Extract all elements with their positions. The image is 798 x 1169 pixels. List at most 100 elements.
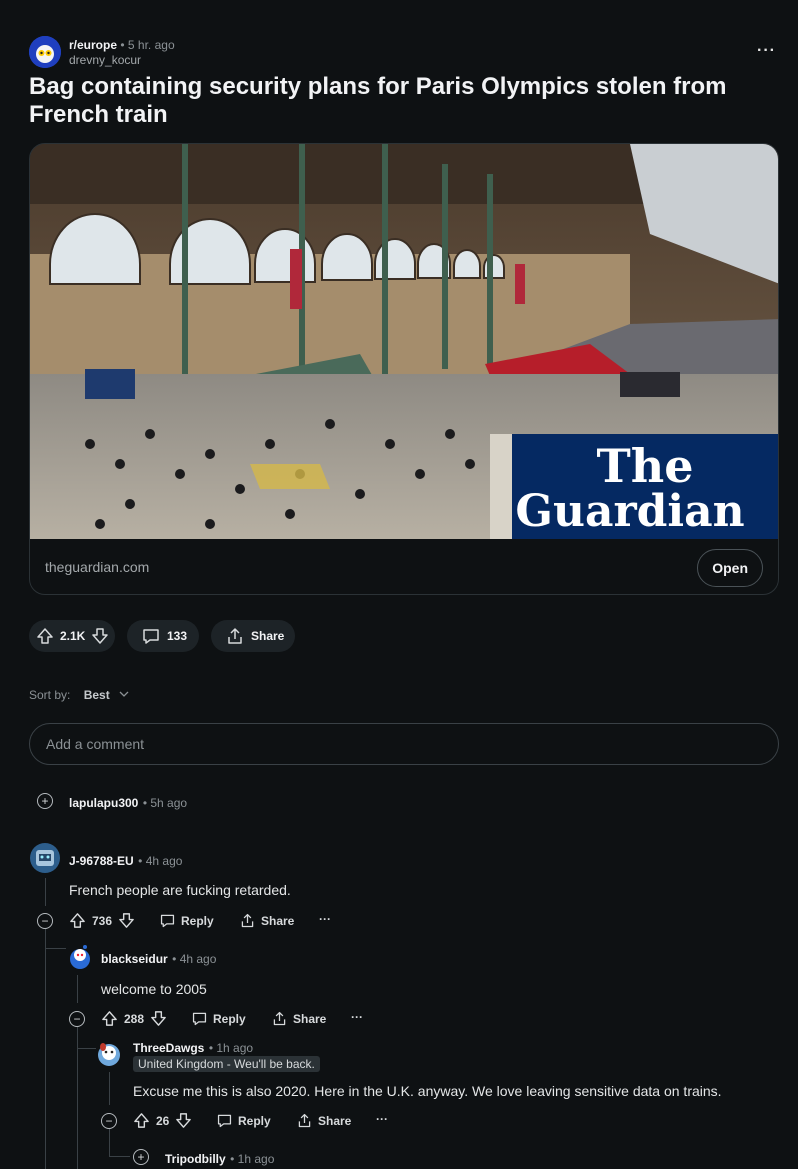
comment-text: French people are fucking retarded. xyxy=(69,882,291,898)
post-author[interactable]: drevny_kocur xyxy=(69,53,175,68)
sort-control[interactable]: Sort by: Best xyxy=(29,688,129,702)
share-icon xyxy=(228,628,242,644)
thread-line[interactable] xyxy=(77,975,78,1003)
comment-time: 1h ago xyxy=(216,1041,254,1055)
share-button[interactable]: Share xyxy=(239,912,294,929)
downvote-icon[interactable] xyxy=(150,1010,167,1027)
snoo-avatar-icon xyxy=(70,945,90,969)
sort-value: Best xyxy=(83,688,110,702)
thread-line[interactable] xyxy=(45,929,46,1169)
comment-vote-count: 26 xyxy=(156,1113,170,1128)
comment-text: welcome to 2005 xyxy=(101,981,207,997)
share-icon xyxy=(241,913,254,928)
post-vote-bar: 2.1K xyxy=(29,620,115,652)
post-vote-count: 2.1K xyxy=(60,629,86,643)
comment-username[interactable]: ThreeDawgs xyxy=(133,1041,204,1055)
comment-vote-bar: 288 xyxy=(101,1010,167,1027)
comments-button[interactable]: 133 xyxy=(127,620,199,652)
post-share-button[interactable]: Share xyxy=(211,620,295,652)
comment-more-button[interactable]: ··· xyxy=(351,1010,363,1024)
link-domain: theguardian.com xyxy=(45,559,150,575)
share-button[interactable]: Share xyxy=(271,1010,326,1027)
comment-header: ThreeDawgs • 1h ago xyxy=(133,1041,254,1055)
collapse-comment-icon[interactable]: − xyxy=(101,1113,117,1129)
collapse-comment-icon[interactable]: − xyxy=(37,913,53,929)
dog-avatar-icon xyxy=(98,1043,120,1066)
comment-vote-bar: 736 xyxy=(69,912,135,929)
upvote-icon[interactable] xyxy=(69,912,86,929)
expand-comment-icon[interactable]: + xyxy=(37,793,53,809)
subreddit-link[interactable]: r/europe xyxy=(69,38,117,52)
subreddit-avatar[interactable] xyxy=(29,36,61,68)
reply-label: Reply xyxy=(181,913,214,928)
comment-vote-count: 736 xyxy=(92,913,113,928)
subreddit-icon xyxy=(29,36,61,68)
post-title[interactable]: Bag containing security plans for Paris … xyxy=(29,73,774,129)
comment-username[interactable]: blackseidur xyxy=(101,952,168,966)
avatar[interactable] xyxy=(95,1039,123,1069)
sort-label: Sort by: xyxy=(29,688,71,702)
comment-count: 133 xyxy=(167,629,188,643)
reply-button[interactable]: Reply xyxy=(216,1112,271,1129)
share-label: Share xyxy=(293,1011,327,1026)
comment-icon xyxy=(160,914,175,928)
comment-time: 4h ago xyxy=(145,854,183,868)
share-icon xyxy=(298,1113,311,1128)
post-options-button[interactable]: ··· xyxy=(757,42,776,60)
comment-more-button[interactable]: ··· xyxy=(376,1112,388,1126)
comment-vote-count: 288 xyxy=(124,1011,145,1026)
comment-icon xyxy=(143,629,159,644)
chevron-down-icon xyxy=(119,691,129,697)
comment-time: 5h ago xyxy=(150,796,188,810)
guardian-logo-line1: The xyxy=(597,439,694,493)
user-flair: United Kingdom - Weu'll be back. xyxy=(133,1056,320,1072)
thread-connector xyxy=(46,948,66,949)
downvote-icon[interactable] xyxy=(118,912,135,929)
share-label: Share xyxy=(318,1113,352,1128)
add-comment-input[interactable]: Add a comment xyxy=(29,723,779,765)
reply-label: Reply xyxy=(238,1113,271,1128)
post-share-label: Share xyxy=(251,629,285,643)
collapse-comment-icon[interactable]: − xyxy=(69,1011,85,1027)
reply-label: Reply xyxy=(213,1011,246,1026)
comment-text: Excuse me this is also 2020. Here in the… xyxy=(133,1083,722,1099)
thread-line[interactable] xyxy=(109,1072,110,1105)
thread-line[interactable] xyxy=(45,878,46,906)
post-meta: r/europe • 5 hr. ago drevny_kocur xyxy=(69,38,175,68)
upvote-icon[interactable] xyxy=(36,627,54,645)
guardian-logo-line2: Guardian xyxy=(515,486,744,537)
comment-vote-bar: 26 xyxy=(133,1112,192,1129)
reply-button[interactable]: Reply xyxy=(159,912,214,929)
upvote-icon[interactable] xyxy=(133,1112,150,1129)
reply-button[interactable]: Reply xyxy=(191,1010,246,1027)
upvote-icon[interactable] xyxy=(101,1010,118,1027)
link-preview-card[interactable]: The Guardian theguardian.com Open xyxy=(29,143,779,595)
comment-username[interactable]: lapulapu300 xyxy=(69,796,138,810)
comment-header: lapulapu300 • 5h ago xyxy=(69,796,188,810)
expand-comment-icon[interactable]: + xyxy=(133,1149,149,1165)
avatar[interactable] xyxy=(66,943,94,971)
comment-username[interactable]: Tripodbilly xyxy=(165,1152,226,1166)
downvote-icon[interactable] xyxy=(175,1112,192,1129)
robot-avatar-icon xyxy=(36,850,54,866)
thread-connector xyxy=(78,1048,96,1049)
avatar[interactable] xyxy=(30,843,60,873)
downvote-icon[interactable] xyxy=(91,627,109,645)
comment-header: Tripodbilly • 1h ago xyxy=(165,1152,275,1166)
comment-more-button[interactable]: ··· xyxy=(319,912,331,926)
comment-time: 1h ago xyxy=(237,1152,275,1166)
comment-icon xyxy=(192,1012,207,1026)
thread-line[interactable] xyxy=(109,1129,110,1157)
share-label: Share xyxy=(261,913,295,928)
comment-time: 4h ago xyxy=(179,952,217,966)
comment-username[interactable]: J-96788-EU xyxy=(69,854,134,868)
post-time: 5 hr. ago xyxy=(127,38,175,52)
comment-header: J-96788-EU • 4h ago xyxy=(69,854,183,868)
share-button[interactable]: Share xyxy=(296,1112,351,1129)
thread-connector xyxy=(110,1156,130,1157)
train-station-image: The Guardian xyxy=(30,144,778,539)
comment-icon xyxy=(217,1114,232,1128)
share-icon xyxy=(273,1011,286,1026)
open-link-button[interactable]: Open xyxy=(697,549,763,587)
comment-header: blackseidur • 4h ago xyxy=(101,952,217,966)
